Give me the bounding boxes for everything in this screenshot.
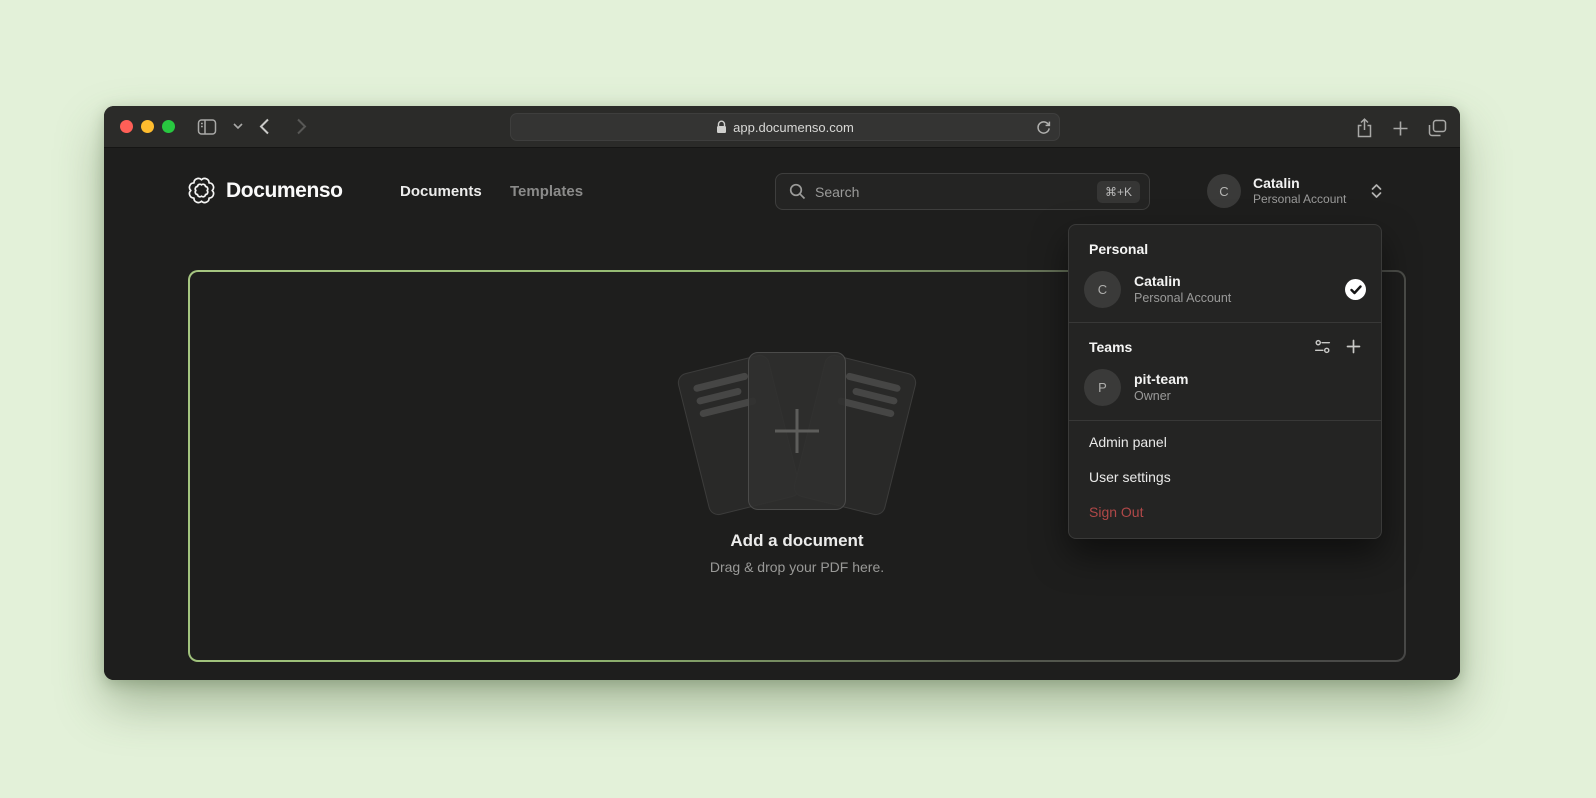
chevron-down-icon: [233, 123, 243, 130]
add-team-button[interactable]: [1346, 339, 1361, 354]
menu-item-admin-panel[interactable]: Admin panel: [1069, 425, 1381, 460]
app-content: Documenso Documents Templates ⌘+K C Cata…: [104, 148, 1460, 680]
account-dropdown-menu: Personal C Catalin Personal Account: [1068, 224, 1382, 539]
team-avatar: P: [1084, 369, 1121, 406]
url-text: app.documenso.com: [733, 120, 854, 135]
maximize-window-button[interactable]: [162, 120, 175, 133]
menu-divider: [1069, 420, 1381, 421]
back-icon: [259, 118, 270, 135]
account-subtitle: Personal Account: [1253, 192, 1358, 207]
check-icon: [1350, 285, 1362, 295]
desktop: app.documenso.com: [0, 0, 1596, 798]
sidebar-toggle-button[interactable]: [197, 117, 217, 137]
menu-divider: [1069, 322, 1381, 323]
tabs-overview-button[interactable]: [1428, 119, 1447, 137]
personal-section-label: Personal: [1069, 230, 1381, 263]
back-button[interactable]: [259, 118, 270, 135]
menu-account-name: Catalin: [1134, 273, 1231, 291]
share-button[interactable]: [1356, 118, 1373, 138]
add-team-icon: [1346, 339, 1361, 354]
new-tab-icon: [1392, 120, 1409, 137]
avatar: C: [1207, 174, 1241, 208]
brand-name: Documenso: [226, 179, 343, 203]
document-card-front: [748, 352, 846, 510]
brand[interactable]: Documenso: [188, 177, 343, 204]
search-bar[interactable]: ⌘+K: [775, 173, 1150, 210]
team-role: Owner: [1134, 388, 1188, 404]
reload-button[interactable]: [1036, 119, 1051, 135]
reload-icon: [1036, 119, 1051, 135]
nav-documents[interactable]: Documents: [400, 183, 482, 200]
window-controls: [120, 120, 175, 133]
forward-button[interactable]: [296, 118, 307, 135]
browser-titlebar: app.documenso.com: [104, 106, 1460, 148]
dropzone-title: Add a document: [730, 531, 863, 551]
close-window-button[interactable]: [120, 120, 133, 133]
titlebar-right-actions: [1356, 118, 1447, 138]
team-preferences-icon: [1314, 338, 1331, 355]
sidebar-toggle-icon: [197, 117, 217, 137]
lock-icon: [716, 120, 727, 134]
menu-account-subtitle: Personal Account: [1134, 290, 1231, 306]
menu-item-sign-out[interactable]: Sign Out: [1069, 495, 1381, 530]
address-bar[interactable]: app.documenso.com: [510, 113, 1060, 141]
chevrons-up-down-icon: [1370, 183, 1383, 199]
new-tab-button[interactable]: [1392, 120, 1409, 137]
document-stack-illustration: [690, 352, 904, 520]
team-preferences-button[interactable]: [1314, 338, 1331, 355]
nav-templates[interactable]: Templates: [510, 183, 583, 200]
account-name: Catalin: [1253, 175, 1358, 192]
menu-item-user-settings[interactable]: User settings: [1069, 460, 1381, 495]
documenso-logo-icon: [188, 177, 215, 204]
account-menu-trigger[interactable]: C Catalin Personal Account: [1207, 174, 1383, 208]
dropzone-subtitle: Drag & drop your PDF here.: [710, 559, 884, 575]
personal-account-row[interactable]: C Catalin Personal Account: [1069, 263, 1381, 318]
forward-icon: [296, 118, 307, 135]
teams-section-header: Teams: [1069, 327, 1381, 361]
team-row[interactable]: P pit-team Owner: [1069, 361, 1381, 416]
browser-window: app.documenso.com: [104, 106, 1460, 680]
search-shortcut-badge: ⌘+K: [1097, 181, 1140, 203]
share-icon: [1356, 118, 1373, 138]
minimize-window-button[interactable]: [141, 120, 154, 133]
search-input[interactable]: [815, 184, 1088, 200]
plus-icon: [772, 406, 822, 456]
sidebar-menu-button[interactable]: [233, 123, 243, 130]
selected-badge: [1345, 279, 1366, 300]
teams-section-label: Teams: [1089, 339, 1132, 355]
search-icon: [789, 183, 806, 200]
tabs-overview-icon: [1428, 119, 1447, 137]
team-name: pit-team: [1134, 371, 1188, 389]
avatar: C: [1084, 271, 1121, 308]
